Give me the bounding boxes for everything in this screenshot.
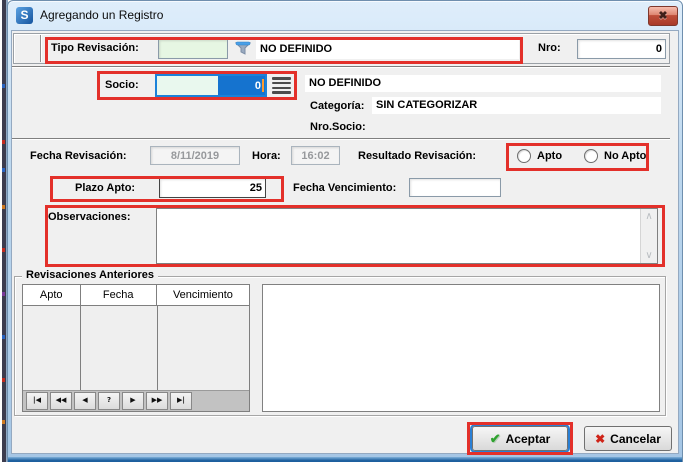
x-icon: ✖: [595, 432, 605, 446]
radio-apto-label: Apto: [537, 150, 562, 162]
socio-input-background: [157, 76, 218, 95]
radio-no-apto[interactable]: No Apto: [584, 149, 646, 163]
revisaciones-detail-box: [262, 284, 660, 412]
tipo-revisacion-label: Tipo Revisación:: [51, 42, 139, 54]
observaciones-text: [157, 209, 640, 263]
nav-prev-button[interactable]: ◀: [74, 392, 96, 410]
radio-apto[interactable]: Apto: [517, 149, 562, 163]
grid-column-apto: Apto: [23, 285, 81, 305]
check-icon: ✔: [490, 431, 501, 447]
nav-fast-prev-button[interactable]: ◀◀: [50, 392, 72, 410]
categoria-label: Categoría:: [310, 100, 364, 112]
revisaciones-grid[interactable]: Apto Fecha Vencimiento |◀ ◀◀ ◀ ? ▶ ▶▶ ▶|: [22, 284, 250, 412]
window-bottom-border: [8, 457, 682, 462]
socio-lookup-menu-icon[interactable]: [272, 77, 291, 94]
panel-divider: [40, 35, 42, 62]
nav-fast-next-button[interactable]: ▶▶: [146, 392, 168, 410]
nav-first-button[interactable]: |◀: [26, 392, 48, 410]
background-artifact: [2, 420, 5, 424]
socio-input[interactable]: 0: [155, 74, 267, 97]
record-navigator: |◀ ◀◀ ◀ ? ▶ ▶▶ ▶|: [23, 390, 249, 411]
background-artifact: [2, 378, 5, 382]
aceptar-button-label: Aceptar: [506, 432, 551, 446]
revisaciones-anteriores-title: Revisaciones Anteriores: [22, 269, 158, 281]
fecha-vencimiento-label: Fecha Vencimiento:: [293, 182, 396, 194]
background-artifact: [2, 168, 5, 172]
grid-column-vencimiento: Vencimiento: [157, 285, 249, 305]
nav-last-button[interactable]: ▶|: [170, 392, 192, 410]
fecha-vencimiento-input[interactable]: [409, 178, 501, 197]
nav-help-button[interactable]: ?: [98, 392, 120, 410]
scroll-down-icon[interactable]: ∨: [641, 248, 657, 263]
hora-label: Hora:: [252, 150, 281, 162]
observaciones-textarea[interactable]: ∧ ∨: [156, 208, 658, 264]
fecha-revisacion-label: Fecha Revisación:: [30, 150, 127, 162]
cancelar-button-label: Cancelar: [610, 432, 661, 446]
filter-icon[interactable]: [235, 41, 251, 56]
background-artifact: [2, 248, 5, 252]
background-artifact: [2, 84, 5, 88]
nro-input[interactable]: [577, 39, 666, 59]
tipo-revisacion-input[interactable]: [158, 39, 228, 59]
background-artifact: [2, 140, 5, 144]
window-title: Agregando un Registro: [40, 8, 163, 22]
socio-selected-value: 0: [218, 76, 265, 95]
grid-body[interactable]: [23, 306, 249, 392]
plazo-apto-label: Plazo Apto:: [75, 182, 135, 194]
nro-socio-label: Nro.Socio:: [310, 121, 366, 133]
background-artifact: [2, 205, 5, 209]
section-separator: [12, 138, 670, 140]
observaciones-label: Observaciones:: [48, 211, 131, 223]
cancelar-button[interactable]: ✖ Cancelar: [584, 426, 672, 451]
resultado-revisacion-label: Resultado Revisación:: [358, 150, 476, 162]
grid-gridline: [80, 306, 81, 392]
hora-input[interactable]: [291, 146, 340, 165]
plazo-apto-input[interactable]: [159, 178, 266, 198]
aceptar-button[interactable]: ✔ Aceptar: [472, 426, 568, 451]
scroll-up-icon[interactable]: ∧: [641, 209, 657, 224]
background-artifact: [2, 292, 5, 296]
socio-nombre-display: NO DEFINIDO: [305, 75, 661, 92]
tipo-revisacion-descripcion: NO DEFINIDO: [256, 39, 519, 59]
grid-header-row: Apto Fecha Vencimiento: [23, 285, 249, 306]
observaciones-scrollbar[interactable]: ∧ ∨: [640, 209, 657, 263]
text-caret: [262, 79, 264, 92]
nro-label: Nro:: [538, 42, 561, 54]
background-artifact: [2, 335, 5, 339]
fecha-revisacion-input[interactable]: [150, 146, 240, 165]
section-separator: [12, 66, 670, 68]
radio-no-apto-circle[interactable]: [584, 149, 598, 163]
close-button[interactable]: ✖: [648, 6, 678, 26]
radio-apto-circle[interactable]: [517, 149, 531, 163]
app-logo-icon: S: [16, 7, 33, 24]
grid-gridline: [157, 306, 158, 392]
categoria-display: SIN CATEGORIZAR: [372, 97, 661, 114]
radio-no-apto-label: No Apto: [604, 150, 646, 162]
nav-next-button[interactable]: ▶: [122, 392, 144, 410]
grid-column-fecha: Fecha: [81, 285, 157, 305]
socio-label: Socio:: [105, 79, 139, 91]
